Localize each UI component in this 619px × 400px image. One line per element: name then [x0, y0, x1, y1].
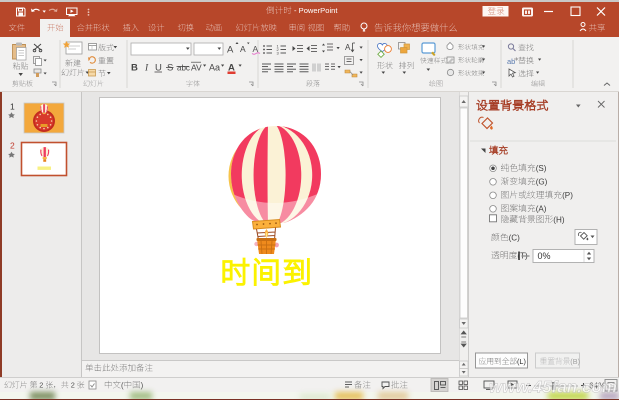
svg-text:Aa: Aa [209, 63, 220, 73]
svg-text:0%: 0% [538, 251, 551, 261]
svg-text:2: 2 [39, 381, 43, 390]
svg-text:1: 1 [10, 102, 15, 112]
svg-text:(B): (B) [570, 357, 580, 366]
svg-text:AV: AV [191, 63, 202, 73]
svg-text:(L): (L) [517, 357, 526, 366]
svg-text:(G): (G) [536, 177, 548, 186]
svg-text:B: B [131, 63, 138, 74]
svg-text:(A): (A) [536, 204, 547, 213]
svg-text:(P): (P) [562, 191, 573, 200]
svg-text:2: 2 [10, 141, 15, 151]
svg-text:ab: ab [507, 57, 515, 66]
svg-text:S: S [167, 63, 173, 74]
svg-text:(: ( [121, 381, 124, 390]
svg-text:(S): (S) [536, 164, 547, 173]
svg-text:(H): (H) [553, 215, 565, 224]
svg-text:2: 2 [71, 381, 75, 390]
svg-text:- PowerPoint: - PowerPoint [294, 6, 338, 15]
svg-text:): ) [141, 381, 144, 390]
svg-text:3: 3 [277, 51, 280, 56]
svg-text:A: A [227, 45, 234, 56]
svg-text:(C): (C) [509, 233, 521, 242]
svg-text:I: I [144, 64, 149, 74]
svg-text:www.45fan.com: www.45fan.com [489, 378, 617, 397]
svg-text:A: A [345, 43, 351, 52]
svg-text:abc: abc [177, 64, 190, 73]
svg-text:A: A [240, 44, 246, 54]
